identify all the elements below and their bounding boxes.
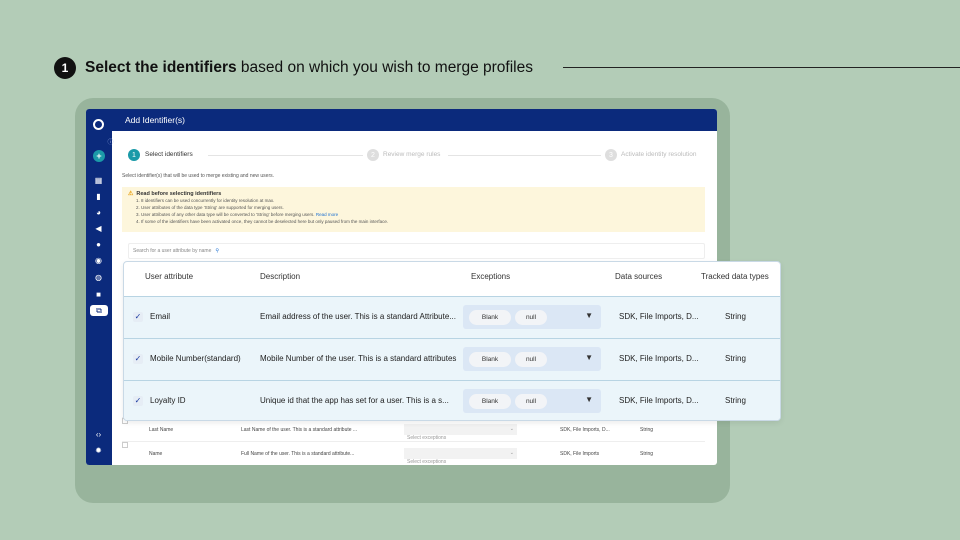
exception-chip[interactable]: null [515, 394, 547, 409]
step-number-badge: 1 [54, 57, 76, 79]
read-more-link[interactable]: Read more [316, 212, 338, 217]
header-tracked-data-types: Tracked data types [701, 272, 769, 281]
checkbox-checked-icon[interactable]: ✓ [133, 312, 143, 322]
step-title: Select the identifiers based on which yo… [85, 59, 533, 77]
step-header: 1 Select the identifiers based on which … [54, 56, 533, 80]
modal-header: Add Identifier(s) [112, 109, 717, 131]
stepper-step-3-dot: 3 [605, 149, 617, 161]
row-attribute: Name [149, 451, 163, 457]
row-attribute: Last Name [149, 427, 174, 433]
stepper: 1 Select identifiers 2 Review merge rule… [128, 149, 708, 163]
chevron-down-icon: ⌄ [509, 426, 514, 432]
step-title-bold: Select the identifiers [85, 59, 237, 76]
step-title-rest: based on which you wish to merge profile… [236, 59, 533, 76]
stepper-step-3-label: Activate identity resolution [621, 151, 697, 158]
caret-down-icon[interactable]: ▼ [585, 395, 593, 404]
stepper-step-1-label: Select identifiers [145, 151, 193, 158]
row-attribute: Email [150, 312, 171, 321]
exception-chip[interactable]: Blank [469, 310, 511, 325]
stepper-step-2-label: Review merge rules [383, 151, 441, 158]
exception-chip[interactable]: null [515, 352, 547, 367]
search-input[interactable]: Search for a user attribute by name ⚲ [128, 243, 705, 259]
row-description: Email address of the user. This is a sta… [260, 312, 456, 321]
search-placeholder: Search for a user attribute by name [133, 248, 212, 254]
notice-item: 4. If some of the identifiers have been … [136, 219, 389, 224]
notice-item: 3. User attributes of any other data typ… [136, 211, 699, 218]
info-icon: ⓘ [107, 139, 114, 146]
content-icon[interactable]: ■ [94, 290, 103, 299]
stepper-step-2-dot: 2 [367, 149, 379, 161]
caret-down-icon[interactable]: ▼ [585, 311, 593, 320]
row-attribute: Loyalty ID [150, 396, 186, 405]
notice-box: ⚠ Read before selecting identifiers 1. 8 … [122, 187, 705, 232]
identity-icon[interactable]: ⧉ [90, 305, 108, 316]
stepper-connector [448, 155, 601, 156]
exception-chip[interactable]: Blank [469, 352, 511, 367]
row-attribute: Mobile Number(standard) [150, 354, 241, 363]
exceptions-select[interactable]: Select exceptions ⌄ [404, 448, 517, 465]
step-divider-line [563, 67, 960, 68]
page-subtitle: Select identifier(s) that will be used t… [122, 173, 275, 179]
row-sources: SDK, File Imports [560, 451, 600, 457]
logo-icon [93, 119, 104, 130]
row-description: Full Name of the user. This is a standar… [241, 451, 355, 457]
row-sources: SDK, File Imports, D... [619, 312, 699, 321]
table-row[interactable]: ✓ Loyalty ID Unique id that the app has … [124, 380, 780, 420]
header-user-attribute: User attribute [145, 272, 194, 281]
exceptions-select[interactable]: Blank null ▼ [463, 347, 601, 371]
warning-icon: ⚠ [128, 191, 134, 197]
row-description: Last Name of the user. This is a standar… [241, 427, 358, 433]
campaign-icon[interactable]: ◀ [94, 224, 103, 233]
notice-item: 1. 8 identifiers can be used concurrentl… [136, 198, 275, 203]
row-type: String [725, 312, 746, 321]
stepper-step-1-dot: 1 [128, 149, 140, 161]
caret-down-icon[interactable]: ▼ [585, 353, 593, 362]
table-row[interactable]: Name Full Name of the user. This is a st… [122, 441, 705, 465]
code-icon[interactable]: ‹› [94, 430, 103, 439]
notice-heading-text: Read before selecting identifiers [136, 190, 222, 197]
settings-icon[interactable]: ✹ [94, 446, 103, 455]
analytics-icon[interactable]: ▮ [94, 192, 103, 201]
notice-item: 2. User attributes of the data type 'Str… [136, 205, 284, 210]
exceptions-placeholder: Select exceptions [407, 459, 447, 465]
exceptions-select[interactable]: Select exceptions ⌄ [404, 424, 517, 441]
checkbox-checked-icon[interactable]: ✓ [133, 396, 143, 406]
dashboard-icon[interactable]: ▦ [94, 176, 103, 185]
add-icon[interactable]: + [93, 150, 105, 162]
selected-identifiers-table: User attribute Description Exceptions Da… [123, 261, 781, 421]
table-row[interactable]: ✓ Mobile Number(standard) Mobile Number … [124, 338, 780, 380]
row-type: String [640, 451, 654, 457]
exception-chip[interactable]: Blank [469, 394, 511, 409]
table-header: User attribute Description Exceptions Da… [124, 262, 780, 296]
exception-chip[interactable]: null [515, 310, 547, 325]
modal-title: Add Identifier(s) [125, 115, 185, 125]
sidebar: ⓘ + ▦ ▮ ◕ ◀ ● ◉ ◍ ■ ⧉ ‹› ✹ [86, 109, 114, 465]
row-sources: SDK, File Imports, D... [560, 427, 610, 433]
checkbox-checked-icon[interactable]: ✓ [133, 354, 143, 364]
row-sources: SDK, File Imports, D... [619, 354, 699, 363]
header-data-sources: Data sources [615, 272, 663, 281]
stepper-connector [208, 155, 363, 156]
notice-heading: ⚠ Read before selecting identifiers [128, 190, 699, 198]
exceptions-select[interactable]: Blank null ▼ [463, 389, 601, 413]
row-sources: SDK, File Imports, D... [619, 396, 699, 405]
table-row[interactable]: ✓ Email Email address of the user. This … [124, 296, 780, 338]
chevron-down-icon: ⌄ [509, 450, 514, 456]
search-icon: ⚲ [215, 248, 220, 254]
message-icon[interactable]: ◍ [94, 273, 103, 282]
row-description: Unique id that the app has set for a use… [260, 396, 449, 405]
row-checkbox[interactable] [122, 442, 128, 448]
notice-item-text: 3. User attributes of any other data typ… [136, 212, 315, 217]
flow-icon[interactable]: ● [94, 240, 103, 249]
segment-icon[interactable]: ◕ [94, 208, 103, 217]
row-type: String [640, 427, 654, 433]
header-exceptions: Exceptions [471, 272, 511, 281]
row-type: String [725, 354, 746, 363]
header-description: Description [260, 272, 301, 281]
row-type: String [725, 396, 746, 405]
user-icon[interactable]: ◉ [94, 256, 103, 265]
row-description: Mobile Number of the user. This is a sta… [260, 354, 457, 363]
exceptions-select[interactable]: Blank null ▼ [463, 305, 601, 329]
